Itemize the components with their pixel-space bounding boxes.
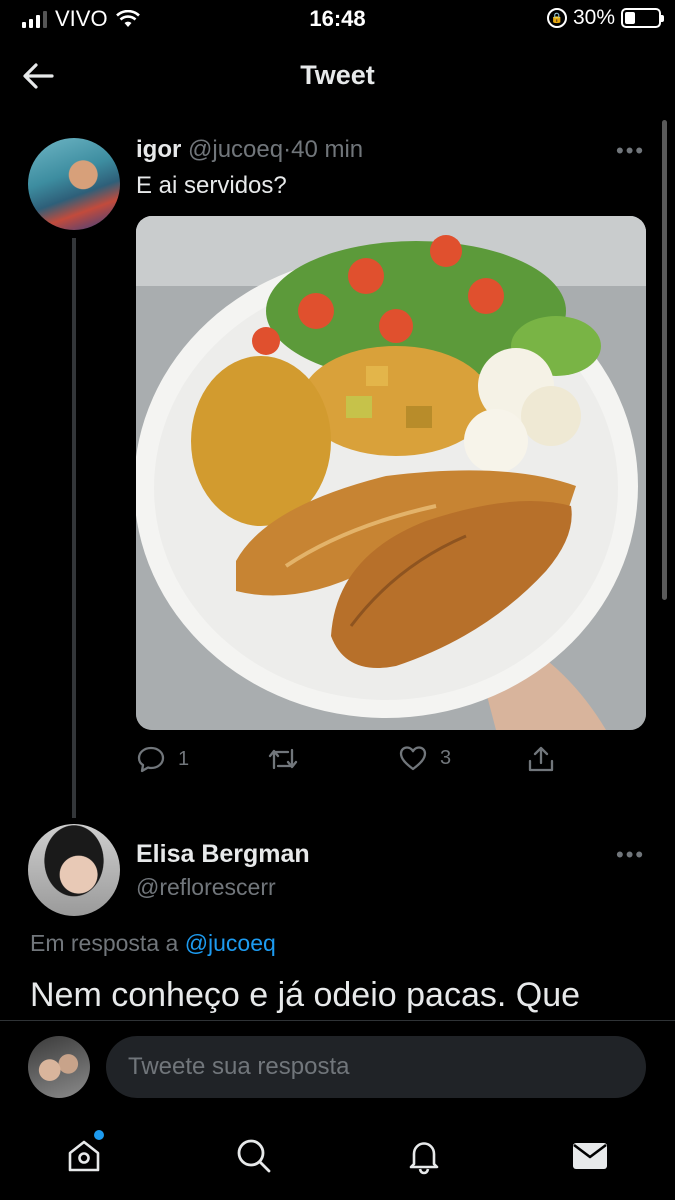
page-title: Tweet xyxy=(300,60,375,90)
orientation-lock-icon: 🔒 xyxy=(546,8,567,28)
tweet-time: 40 min xyxy=(291,136,364,163)
reply-input[interactable] xyxy=(106,1036,646,1098)
retweet-action[interactable] xyxy=(266,744,300,774)
my-avatar[interactable] xyxy=(28,1036,90,1098)
food-plate-illustration xyxy=(136,216,646,730)
reply-icon xyxy=(137,746,165,773)
like-count: 3 xyxy=(440,746,452,769)
mention-link[interactable]: @jucoeq xyxy=(185,930,276,956)
author-name[interactable]: Elisa Bergman xyxy=(136,840,310,869)
share-icon xyxy=(528,746,554,772)
avatar[interactable] xyxy=(28,138,120,230)
author-name[interactable]: igor xyxy=(136,136,181,163)
notification-dot xyxy=(94,1130,104,1140)
author-handle[interactable]: @reflorescerr xyxy=(136,874,276,901)
share-action[interactable] xyxy=(526,744,556,774)
separator-dot: · xyxy=(283,136,292,163)
in-reply-prefix: Em resposta a xyxy=(30,930,179,956)
tweet-photo[interactable] xyxy=(136,216,646,730)
tweet-header: igor @jucoeq·40 min xyxy=(136,136,363,164)
thread-connector xyxy=(72,238,76,818)
status-bar: VIVO 16:48 🔒 30% xyxy=(0,0,675,40)
like-action[interactable]: 3 xyxy=(398,744,451,772)
battery-percent: 30% xyxy=(572,6,615,29)
scrollbar[interactable] xyxy=(662,120,667,600)
tab-messages[interactable] xyxy=(568,1134,612,1178)
tweet-actions: 1 3 xyxy=(136,744,646,780)
heart-icon xyxy=(399,746,427,771)
avatar[interactable] xyxy=(28,824,120,916)
retweet-icon xyxy=(268,748,298,770)
bell-icon xyxy=(409,1142,439,1175)
tab-search[interactable] xyxy=(232,1134,276,1178)
search-icon xyxy=(237,1139,271,1173)
top-bar: Tweet xyxy=(0,48,675,104)
more-options-icon[interactable]: ••• xyxy=(616,842,645,868)
reply-count: 1 xyxy=(178,747,190,770)
home-icon xyxy=(68,1140,100,1172)
tab-notifications[interactable] xyxy=(402,1134,446,1178)
bottom-tab-bar xyxy=(0,1114,675,1200)
tab-home[interactable] xyxy=(62,1130,106,1178)
reply-text: Nem conheço e já odeio pacas. Que xyxy=(30,976,581,1014)
battery-icon xyxy=(621,8,664,28)
mail-icon xyxy=(573,1143,607,1169)
in-reply-to: Em resposta a @jucoeq xyxy=(30,930,276,957)
more-options-icon[interactable]: ••• xyxy=(616,138,645,164)
reply-action[interactable]: 1 xyxy=(136,744,189,774)
author-handle[interactable]: @jucoeq xyxy=(188,136,283,163)
tweet-text: E ai servidos? xyxy=(136,172,287,199)
